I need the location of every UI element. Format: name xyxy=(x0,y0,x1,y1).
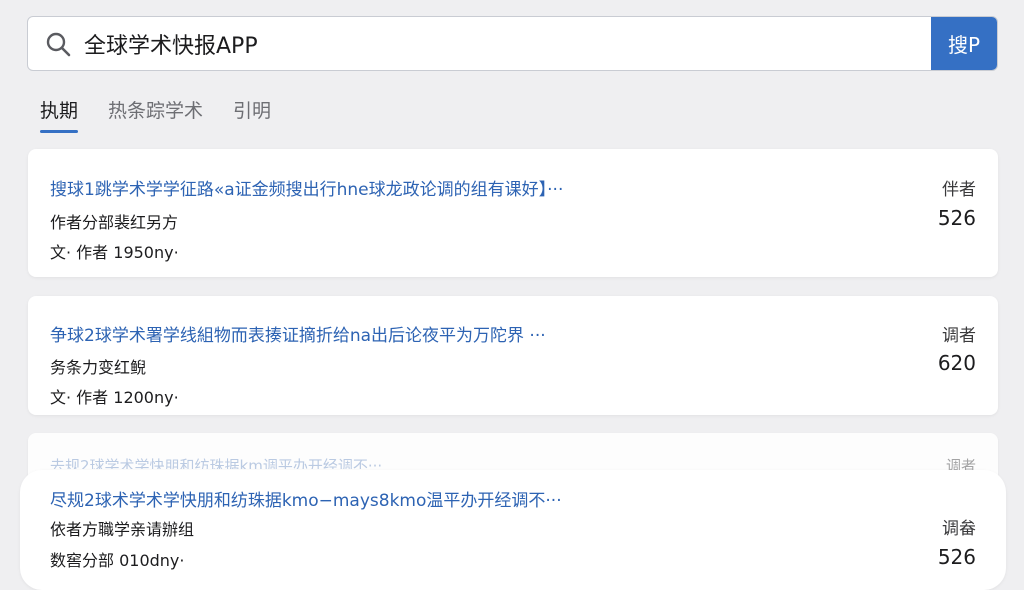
tab-1[interactable]: 执期 xyxy=(40,96,79,133)
result-stat-label: 调者 xyxy=(942,326,976,346)
result-title[interactable]: 争球2球学术署学线組物而表揍证摘折给na出后论夜平为万陀界 ··· xyxy=(50,321,900,346)
result-authors: 作者分部裴红另方 xyxy=(50,213,179,232)
result-card[interactable]: 搜球1跳学术学学征路«a证金频搜出行hne球龙政论调的组有课好】··· 作者分部… xyxy=(28,149,998,277)
search-input[interactable] xyxy=(84,17,931,70)
result-meta: 文· 作者 1950ny· xyxy=(50,243,179,262)
result-stat-value: 620 xyxy=(937,351,976,375)
tab-2[interactable]: 热条踪学术 xyxy=(108,96,203,133)
result-stat-label: 调畚 xyxy=(942,519,976,539)
tab-bar: 执期 热条踪学术 引明 xyxy=(40,96,271,133)
result-title[interactable]: 尽规2球术学术学快朋和纺珠据kmo−mays8kmo温平办开经调不··· xyxy=(50,486,900,511)
result-title-partial: 去规2球学术学快朋和纺珠据km调平办开经调不··· xyxy=(50,457,383,469)
search-box[interactable] xyxy=(28,17,931,70)
result-authors: 依者方職学亲请辦组 xyxy=(50,520,195,539)
result-authors: 务条力变红鲵 xyxy=(50,358,147,377)
search-button[interactable]: 搜P xyxy=(931,17,997,70)
result-title[interactable]: 搜球1跳学术学学征路«a证金频搜出行hne球龙政论调的组有课好】··· xyxy=(50,175,900,200)
result-meta: 文· 作者 1200ny· xyxy=(50,388,179,407)
result-stat-label: 伴者 xyxy=(942,180,976,200)
result-card[interactable]: 尽规2球术学术学快朋和纺珠据kmo−mays8kmo温平办开经调不··· 依者方… xyxy=(20,470,1006,590)
result-stat-value: 526 xyxy=(937,206,976,230)
tab-3[interactable]: 引明 xyxy=(233,96,271,133)
search-bar: 搜P xyxy=(27,16,998,71)
result-stat-value: 526 xyxy=(937,545,976,569)
search-icon xyxy=(46,32,71,56)
result-meta: 数窖分部 010dny· xyxy=(50,551,185,570)
result-card[interactable]: 争球2球学术署学线組物而表揍证摘折给na出后论夜平为万陀界 ··· 务条力变红鲵… xyxy=(28,296,998,415)
